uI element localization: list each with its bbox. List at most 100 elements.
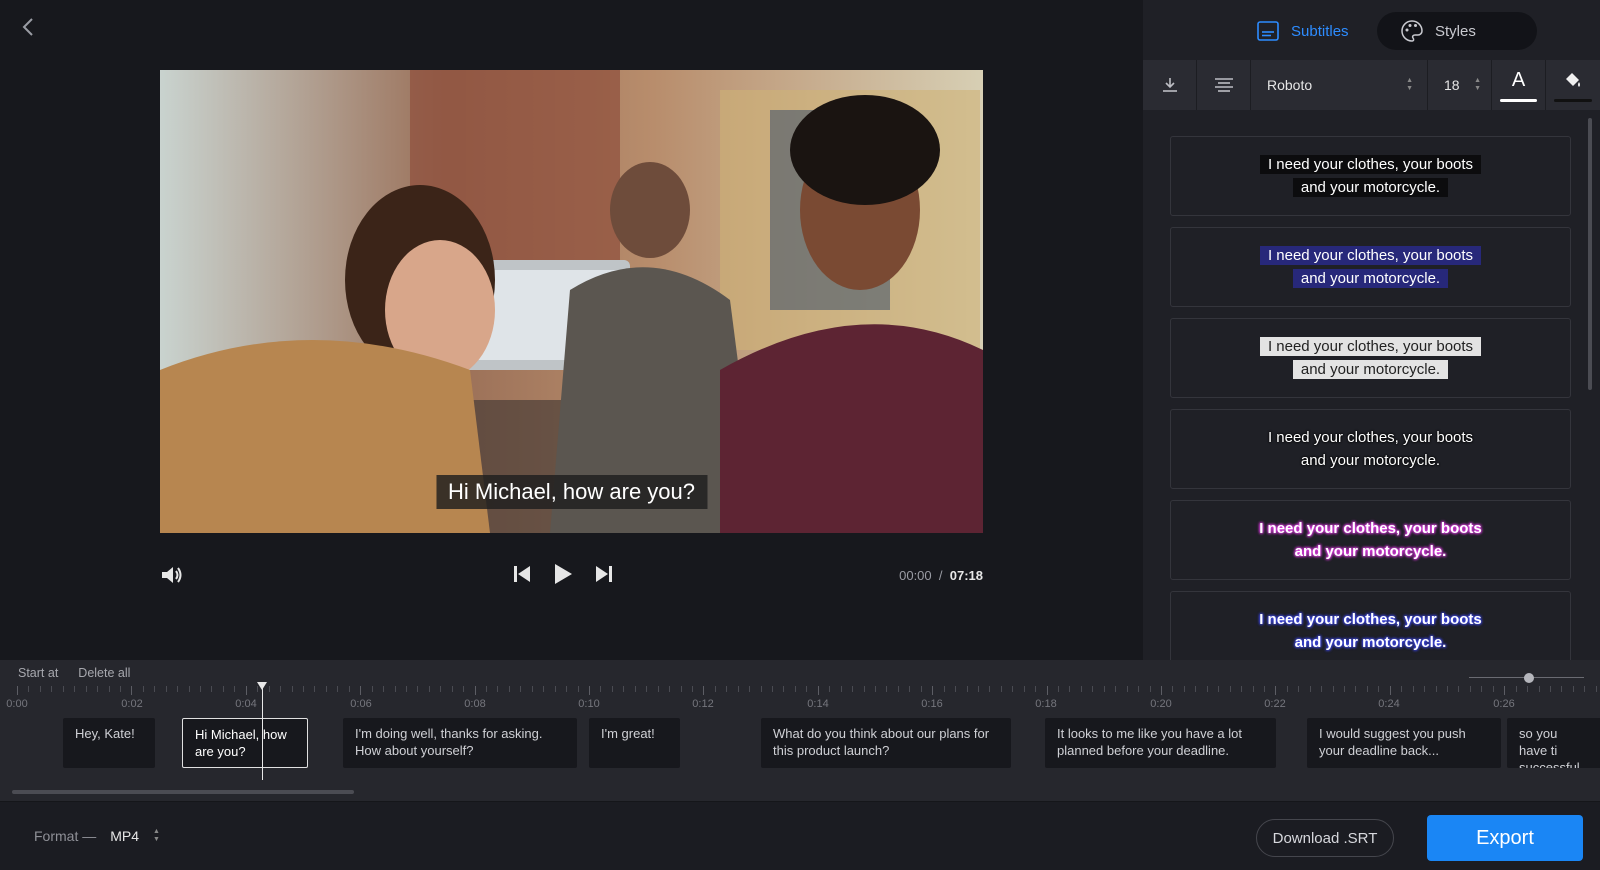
ruler-tick xyxy=(772,686,774,692)
ruler-tick xyxy=(39,686,41,692)
ruler-tick xyxy=(1504,686,1506,695)
preset-line-1: I need your clothes, your boots xyxy=(1259,611,1482,628)
subtitle-clip[interactable]: I would suggest you push your deadline b… xyxy=(1307,718,1501,768)
align-center-button[interactable] xyxy=(1197,60,1251,110)
tick-label: 0:18 xyxy=(1035,698,1057,710)
fill-color-button[interactable] xyxy=(1546,60,1600,110)
format-select[interactable]: MP4 ▲ ▼ xyxy=(110,828,160,844)
ruler-tick xyxy=(1195,686,1197,692)
subtitle-clip[interactable]: What do you think about our plans for th… xyxy=(761,718,1011,768)
text-color-swatch xyxy=(1500,99,1537,102)
tick-label: 0:22 xyxy=(1264,698,1286,710)
ruler-tick xyxy=(337,686,339,692)
transport-controls xyxy=(512,562,614,586)
tab-styles[interactable]: Styles xyxy=(1377,12,1537,50)
timeline-scrollbar[interactable] xyxy=(12,790,354,794)
ruler-tick xyxy=(1103,686,1105,692)
ruler-tick xyxy=(474,686,476,695)
delete-all-button[interactable]: Delete all xyxy=(78,666,130,680)
start-at-button[interactable]: Start at xyxy=(18,666,58,680)
ruler-tick xyxy=(543,686,545,692)
subtitle-clip[interactable]: I'm great! xyxy=(589,718,680,768)
style-preset-outline[interactable]: I need your clothes, your boots and your … xyxy=(1170,409,1571,489)
play-icon[interactable] xyxy=(552,562,574,586)
ruler-tick xyxy=(794,686,796,692)
subtitle-clip[interactable]: I'm doing well, thanks for asking. How a… xyxy=(343,718,577,768)
ruler-tick xyxy=(1355,686,1357,692)
ruler-tick xyxy=(1549,686,1551,692)
skip-back-icon[interactable] xyxy=(512,563,532,585)
ruler-tick xyxy=(486,686,488,692)
video-preview[interactable]: Hi Michael, how are you? xyxy=(160,70,983,533)
ruler-tick xyxy=(623,686,625,692)
timeline: Start at Delete all 0:00 0:02 0:04 0:06 … xyxy=(0,660,1600,802)
ruler-tick xyxy=(188,686,190,692)
time-ruler[interactable]: 0:00 0:02 0:04 0:06 0:08 0:10 0:12 0:14 … xyxy=(0,686,1600,716)
ruler-tick xyxy=(840,686,842,692)
ruler-tick xyxy=(303,686,304,692)
preset-line-2: and your motorcycle. xyxy=(1294,634,1447,651)
zoom-slider[interactable] xyxy=(1469,672,1584,684)
skip-forward-icon[interactable] xyxy=(594,563,614,585)
ruler-tick xyxy=(1595,686,1597,692)
style-preset-black-box[interactable]: I need your clothes, your boots and your … xyxy=(1170,136,1571,216)
preset-line-2: and your motorcycle. xyxy=(1292,178,1449,197)
style-preset-light-box[interactable]: I need your clothes, your boots and your … xyxy=(1170,318,1571,398)
ruler-tick xyxy=(1298,686,1300,692)
ruler-tick xyxy=(737,686,739,692)
ruler-tick xyxy=(97,686,99,692)
back-button[interactable] xyxy=(16,14,40,40)
font-select[interactable]: Roboto ▲ ▼ xyxy=(1251,60,1428,110)
subtitle-clip[interactable]: so you have ti successful ad xyxy=(1507,718,1600,768)
text-color-button[interactable]: A xyxy=(1492,60,1546,110)
ruler-tick xyxy=(1378,686,1380,692)
export-button[interactable]: Export xyxy=(1427,815,1583,861)
ruler-tick xyxy=(714,686,716,692)
tick-label: 0:00 xyxy=(6,698,28,710)
subtitle-clip[interactable]: It looks to me like you have a lot plann… xyxy=(1045,718,1276,768)
font-size-stepper[interactable]: 18 ▲ ▼ xyxy=(1428,60,1492,110)
time-display: 00:00 / 07:18 xyxy=(899,568,983,583)
ruler-tick xyxy=(932,686,934,695)
tab-subtitles[interactable]: Subtitles xyxy=(1233,12,1373,50)
ruler-tick xyxy=(657,686,659,692)
ruler-tick xyxy=(200,686,202,692)
ruler-tick xyxy=(119,686,121,692)
ruler-tick xyxy=(211,686,213,692)
subtitle-clip-selected[interactable]: Hi Michael, how are you? xyxy=(182,718,308,768)
ruler-tick xyxy=(1412,686,1414,692)
style-preset-pink-glow[interactable]: I need your clothes, your boots and your … xyxy=(1170,500,1571,580)
tick-label: 0:10 xyxy=(578,698,600,710)
ruler-tick xyxy=(1344,686,1346,692)
download-srt-button[interactable]: Download .SRT xyxy=(1256,819,1394,857)
presets-scrollbar[interactable] xyxy=(1588,118,1592,390)
ruler-tick xyxy=(1218,686,1220,692)
preset-line-2: and your motorcycle. xyxy=(1292,269,1449,288)
align-center-icon xyxy=(1214,78,1233,92)
panel-tabs: Subtitles Styles xyxy=(1143,12,1600,50)
subtitle-clip[interactable]: Hey, Kate! xyxy=(63,718,155,768)
ruler-tick xyxy=(1263,686,1265,692)
format-selector: Format — MP4 ▲ ▼ xyxy=(34,828,160,844)
tick-label: 0:14 xyxy=(807,698,829,710)
download-style-button[interactable] xyxy=(1143,60,1197,110)
playhead[interactable] xyxy=(257,682,267,780)
font-value: Roboto xyxy=(1267,77,1313,93)
text-color-icon: A xyxy=(1511,68,1526,91)
export-bar: Format — MP4 ▲ ▼ Download .SRT Export xyxy=(0,802,1600,870)
style-preset-blue-glow[interactable]: I need your clothes, your boots and your … xyxy=(1170,591,1571,671)
ruler-tick xyxy=(760,686,762,692)
ruler-tick xyxy=(85,686,87,692)
ruler-tick xyxy=(977,686,979,692)
ruler-tick xyxy=(989,686,991,692)
ruler-tick xyxy=(222,686,224,692)
tick-label: 0:04 xyxy=(235,698,257,710)
style-preset-blue-box[interactable]: I need your clothes, your boots and your … xyxy=(1170,227,1571,307)
fill-color-swatch xyxy=(1554,99,1592,102)
zoom-handle[interactable] xyxy=(1524,673,1534,683)
preset-line-2: and your motorcycle. xyxy=(1292,360,1449,379)
volume-icon[interactable] xyxy=(160,564,184,591)
ruler-tick xyxy=(1321,686,1323,692)
ruler-tick xyxy=(325,686,327,692)
time-separator: / xyxy=(938,568,943,583)
